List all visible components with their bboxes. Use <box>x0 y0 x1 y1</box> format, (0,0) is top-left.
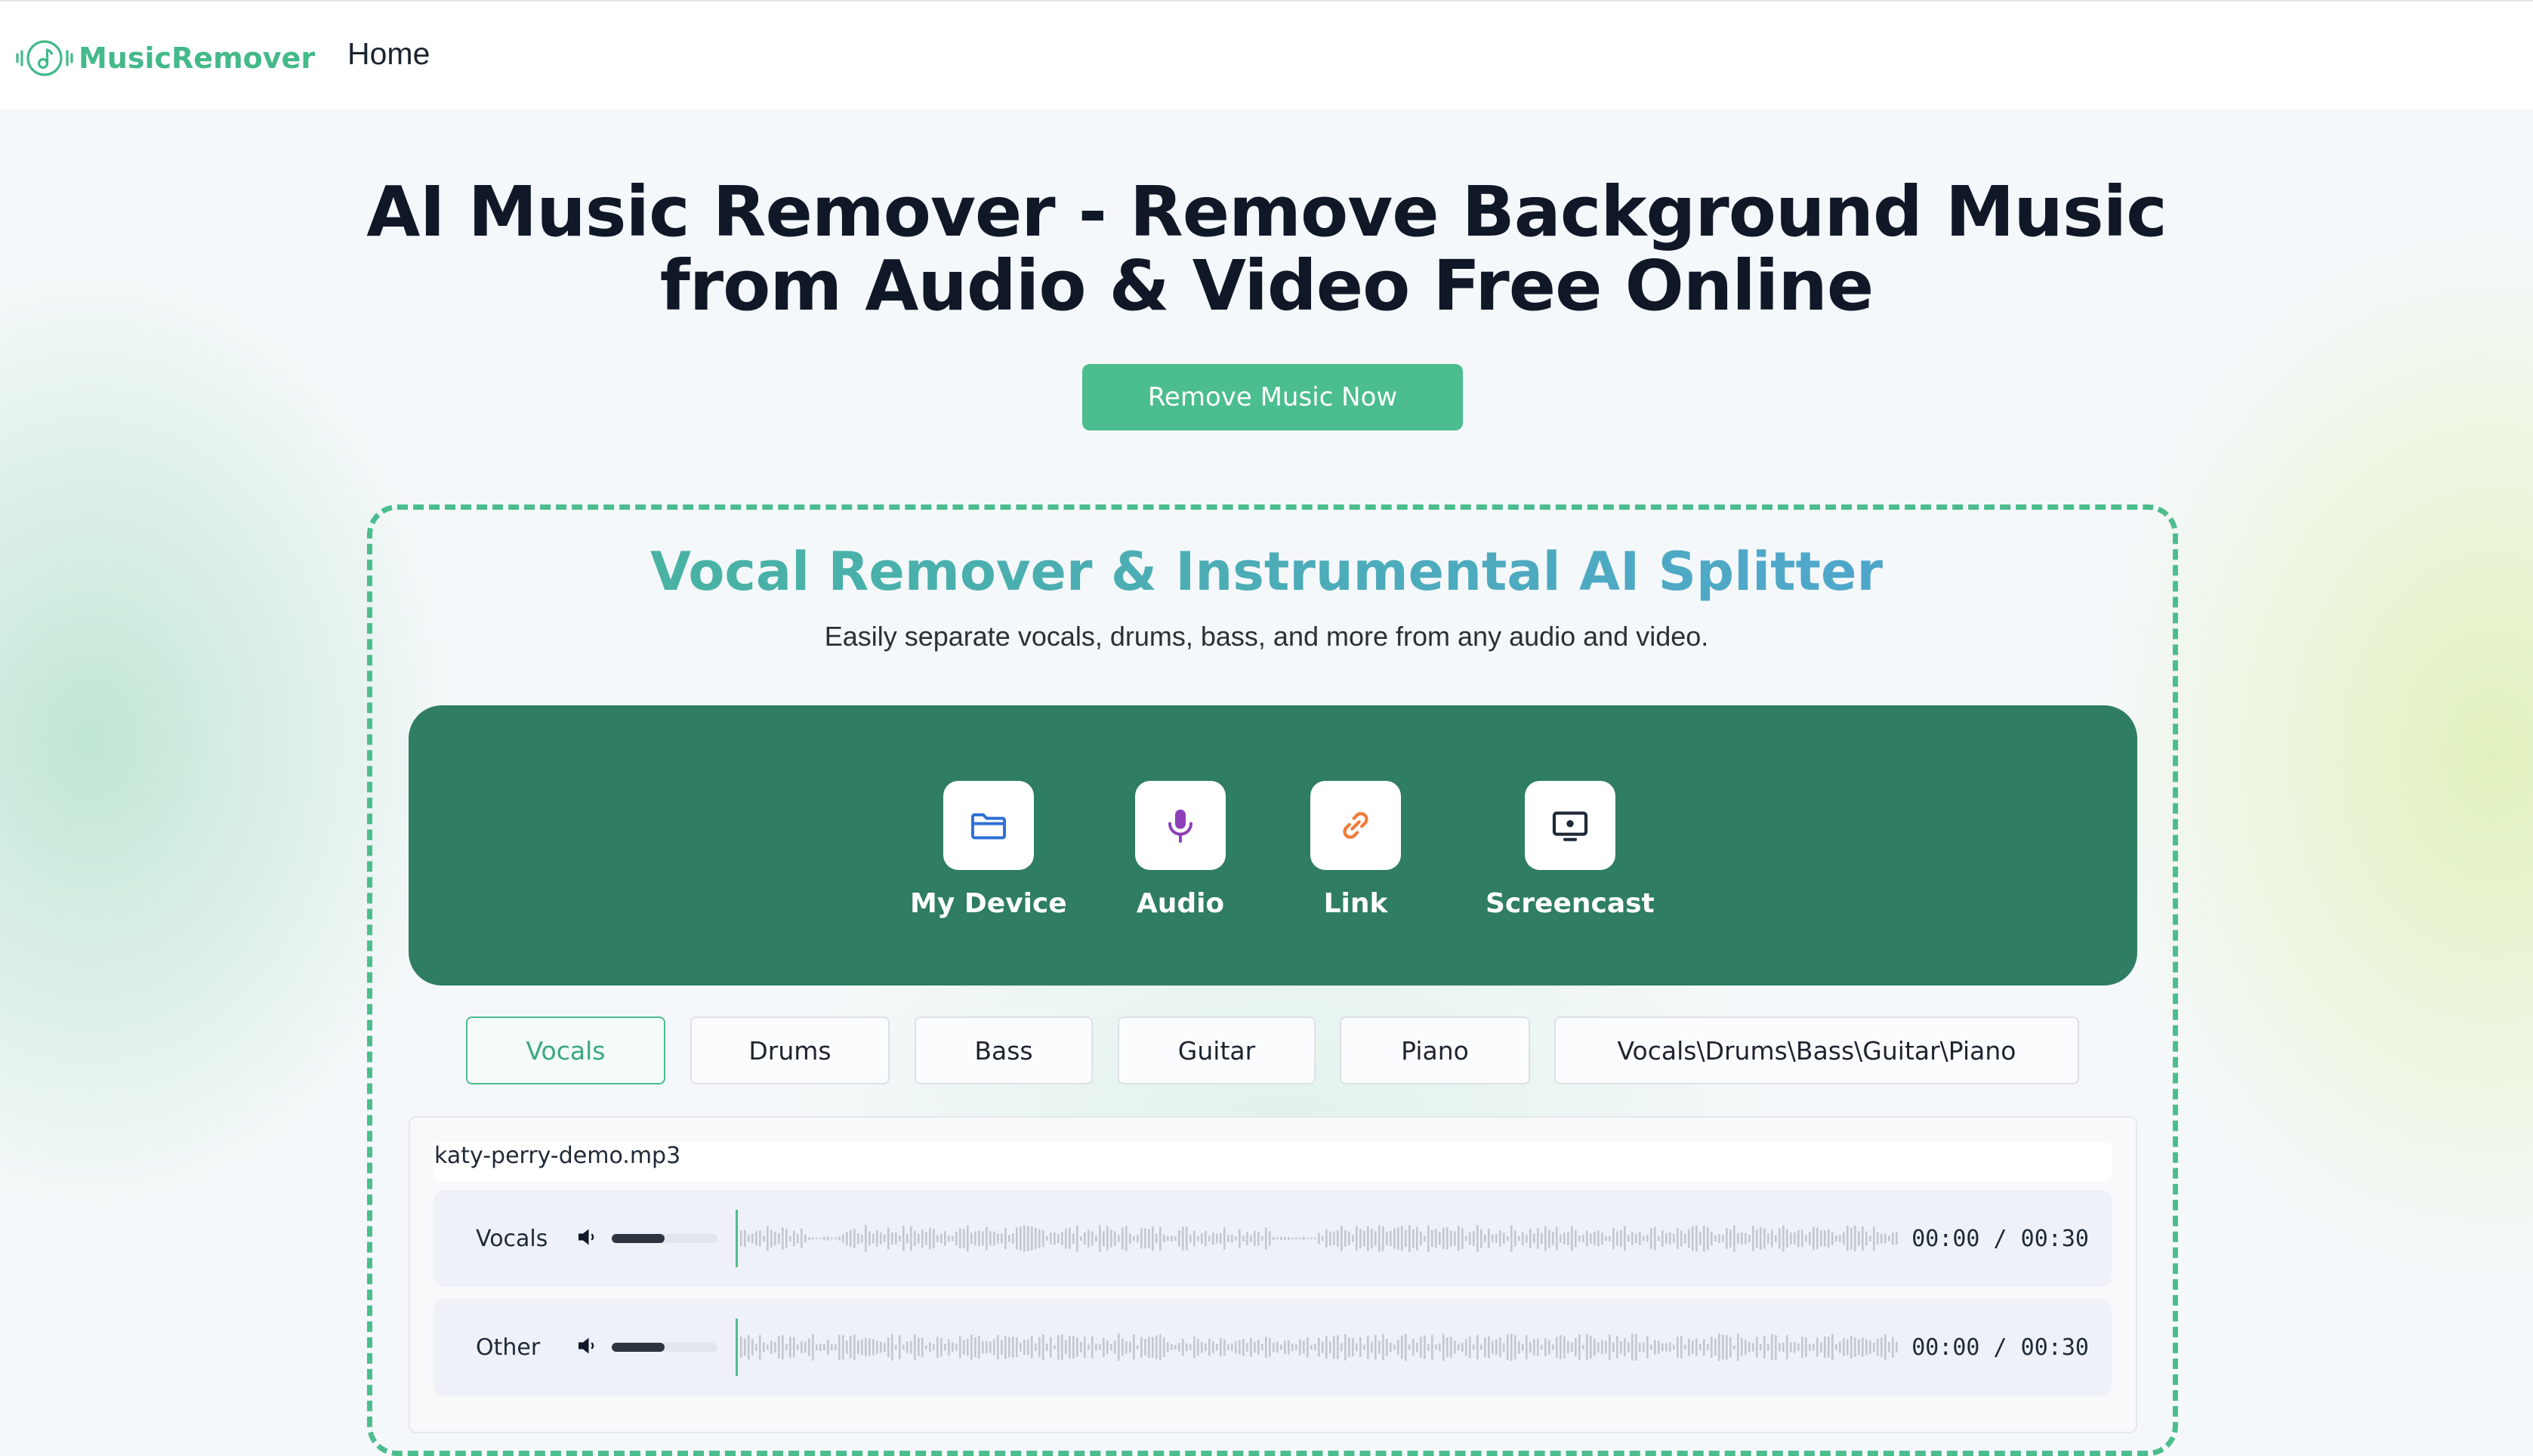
tab-bass[interactable]: Bass <box>915 1016 1093 1084</box>
file-name-bar <box>433 1142 2112 1181</box>
playhead-cursor[interactable] <box>736 1319 738 1376</box>
playhead-cursor[interactable] <box>736 1210 738 1267</box>
waveform[interactable] <box>736 1319 1899 1376</box>
source-screencast-tile <box>1524 781 1615 870</box>
source-audio-tile <box>1135 781 1226 870</box>
top-navigation-bar: MusicRemover Home <box>0 0 2533 109</box>
tab-drums[interactable]: Drums <box>690 1016 890 1084</box>
speaker-volume-icon[interactable] <box>574 1332 601 1359</box>
remove-music-now-button[interactable]: Remove Music Now <box>1082 364 1463 430</box>
source-link-tile <box>1310 781 1401 870</box>
source-my-device[interactable]: My Device <box>910 781 1067 919</box>
hero-title-line-1: AI Music Remover - Remove Background Mus… <box>366 171 2167 252</box>
hero-title: AI Music Remover - Remove Background Mus… <box>0 175 2533 323</box>
waveform-bars <box>740 1334 1898 1361</box>
track-other: Other 00:00 / 00:30 <box>433 1299 2112 1396</box>
hero-title-line-2: from Audio & Video Free Online <box>659 245 1874 326</box>
source-my-device-label: My Device <box>910 888 1067 919</box>
source-link[interactable]: Link <box>1310 781 1401 919</box>
tab-guitar[interactable]: Guitar <box>1118 1016 1316 1084</box>
source-audio-label: Audio <box>1136 888 1225 919</box>
volume-slider[interactable] <box>612 1234 717 1243</box>
source-screencast-label: Screencast <box>1486 888 1655 919</box>
splitter-title: Vocal Remover & Instrumental AI Splitter <box>0 541 2533 603</box>
brand-name: MusicRemover <box>79 42 316 75</box>
source-link-label: Link <box>1323 888 1388 919</box>
file-name: katy-perry-demo.mp3 <box>434 1143 681 1169</box>
screen-record-icon <box>1552 811 1587 841</box>
playback-time: 00:00 / 00:30 <box>1911 1225 2089 1252</box>
music-disc-logo-icon <box>16 40 73 76</box>
folder-icon <box>970 813 1006 840</box>
tab-all-stems[interactable]: Vocals\Drums\Bass\Guitar\Piano <box>1554 1016 2079 1084</box>
source-my-device-tile <box>943 781 1034 870</box>
volume-slider-fill <box>612 1343 665 1352</box>
tab-piano[interactable]: Piano <box>1340 1016 1530 1084</box>
source-screencast[interactable]: Screencast <box>1486 781 1655 919</box>
source-audio[interactable]: Audio <box>1135 781 1226 919</box>
upload-source-panel <box>409 705 2137 986</box>
splitter-subtitle: Easily separate vocals, drums, bass, and… <box>824 621 1709 652</box>
volume-slider[interactable] <box>612 1343 717 1352</box>
volume-slider-fill <box>612 1234 665 1243</box>
waveform[interactable] <box>736 1210 1899 1267</box>
brand-logo[interactable]: MusicRemover <box>14 32 315 85</box>
playback-time: 00:00 / 00:30 <box>1911 1334 2089 1361</box>
track-vocals: Vocals 00:00 / 00:30 <box>433 1190 2112 1287</box>
tab-vocals[interactable]: Vocals <box>466 1016 665 1084</box>
link-icon <box>1343 812 1368 839</box>
waveform-bars <box>740 1225 1898 1252</box>
track-label: Vocals <box>476 1225 548 1252</box>
microphone-icon <box>1168 810 1192 843</box>
speaker-volume-icon[interactable] <box>574 1223 601 1251</box>
nav-home-link[interactable]: Home <box>347 36 430 72</box>
track-label: Other <box>476 1334 541 1361</box>
